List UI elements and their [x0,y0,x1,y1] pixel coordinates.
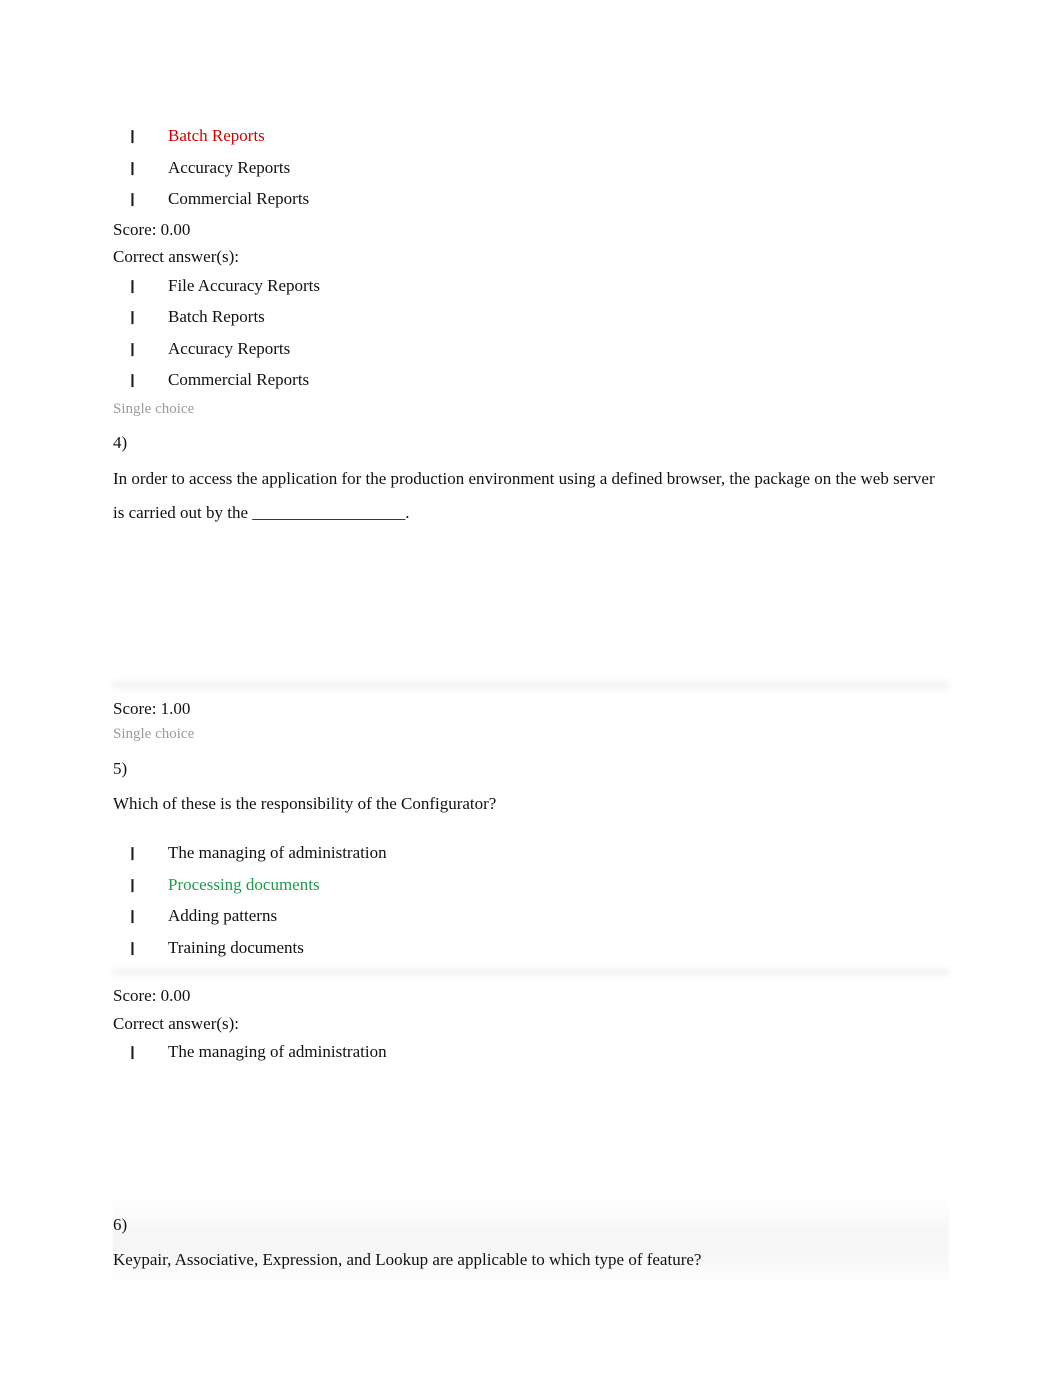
bullet-icon: ❙ [113,126,168,146]
correct-answers-label: Correct answer(s): [113,1009,949,1037]
option-row: ❙ Batch Reports [113,301,949,333]
question-text: In order to access the application for t… [113,462,949,536]
bullet-icon: ❙ [113,276,168,296]
option-row: ❙ Accuracy Reports [113,152,949,184]
option-text: Training documents [168,935,304,961]
bullet-icon: ❙ [113,158,168,178]
score-label: Score: 0.00 [113,215,949,243]
spacer [113,1068,949,1198]
option-text: Accuracy Reports [168,336,290,362]
blur-divider [113,965,949,979]
question-5-options: ❙ The managing of administration ❙ Proce… [113,827,949,963]
spacer [113,536,949,676]
option-text: Batch Reports [168,123,265,149]
score-label: Score: 1.00 [113,694,949,722]
option-text: The managing of administration [168,840,387,866]
question-5-correct-options: ❙ The managing of administration [113,1036,949,1068]
bullet-icon: ❙ [113,938,168,958]
question-3-correct-options: ❙ File Accuracy Reports ❙ Batch Reports … [113,270,949,396]
question-type-label: Single choice [113,721,949,746]
option-row: ❙ File Accuracy Reports [113,270,949,302]
option-row: ❙ Adding patterns [113,900,949,932]
bullet-icon: ❙ [113,339,168,359]
bullet-icon: ❙ [113,843,168,863]
question-text: Which of these is the responsibility of … [113,787,949,827]
option-text: Batch Reports [168,304,265,330]
correct-answers-label: Correct answer(s): [113,242,949,270]
option-row: ❙ Processing documents [113,869,949,901]
option-row: ❙ The managing of administration [113,837,949,869]
option-text: Processing documents [168,872,320,898]
question-number: 6) [113,1202,949,1244]
option-row: ❙ Training documents [113,932,949,964]
option-row: ❙ Accuracy Reports [113,333,949,365]
option-row: ❙ The managing of administration [113,1036,949,1068]
option-text: Accuracy Reports [168,155,290,181]
option-text: Commercial Reports [168,367,309,393]
bullet-icon: ❙ [113,189,168,209]
question-number: 5) [113,746,949,788]
question-number: 4) [113,420,949,462]
option-row: ❙ Batch Reports [113,120,949,152]
bullet-icon: ❙ [113,370,168,390]
bullet-icon: ❙ [113,875,168,895]
bullet-icon: ❙ [113,1042,168,1062]
question-6-block: 6) Keypair, Associative, Expression, and… [113,1198,949,1288]
option-text: Commercial Reports [168,186,309,212]
blur-divider [113,678,949,692]
bullet-icon: ❙ [113,307,168,327]
option-row: ❙ Commercial Reports [113,183,949,215]
question-text: Keypair, Associative, Expression, and Lo… [113,1243,949,1283]
option-text: File Accuracy Reports [168,273,320,299]
bullet-icon: ❙ [113,906,168,926]
option-row: ❙ Commercial Reports [113,364,949,396]
option-text: The managing of administration [168,1039,387,1065]
question-3-options: ❙ Batch Reports ❙ Accuracy Reports ❙ Com… [113,120,949,215]
question-type-label: Single choice [113,396,949,421]
option-text: Adding patterns [168,903,277,929]
score-label: Score: 0.00 [113,981,949,1009]
